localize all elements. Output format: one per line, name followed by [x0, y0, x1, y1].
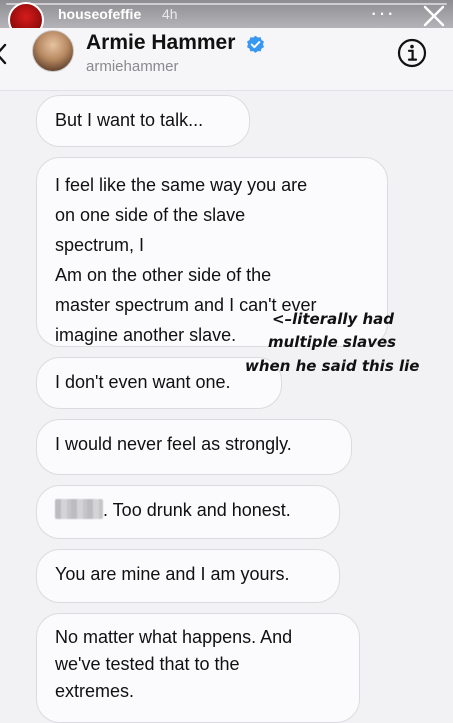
message-bubble[interactable]: . Too drunk and honest. — [36, 485, 340, 539]
message-bubble[interactable]: I would never feel as strongly. — [36, 419, 352, 475]
redacted-text — [55, 499, 103, 519]
avatar[interactable] — [32, 30, 74, 72]
message-bubble[interactable]: You are mine and I am yours. — [36, 549, 340, 603]
chevron-left-icon[interactable] — [0, 42, 8, 66]
conversation-header: Armie Hammer armiehammer — [0, 28, 453, 91]
message-bubble[interactable]: But I want to talk... — [36, 95, 250, 147]
story-username[interactable]: houseofeffie — [58, 6, 141, 22]
close-icon[interactable] — [420, 2, 448, 30]
info-icon[interactable] — [397, 38, 427, 68]
contact-handle: armiehammer — [86, 58, 179, 75]
more-options-button[interactable]: ··· — [370, 0, 395, 26]
story-annotation-line: <–literally had — [272, 310, 395, 328]
story-annotation-line: multiple slaves — [268, 333, 397, 351]
story-header: houseofeffie 4h ··· — [0, 0, 453, 38]
story-timestamp: 4h — [162, 6, 178, 22]
message-bubble[interactable]: No matter what happens. And we've tested… — [36, 613, 360, 723]
contact-name[interactable]: Armie Hammer — [86, 31, 235, 55]
story-annotation-line: when he said this lie — [245, 357, 420, 375]
verified-badge-icon — [247, 35, 264, 53]
message-text: . Too drunk and honest. — [103, 500, 291, 520]
